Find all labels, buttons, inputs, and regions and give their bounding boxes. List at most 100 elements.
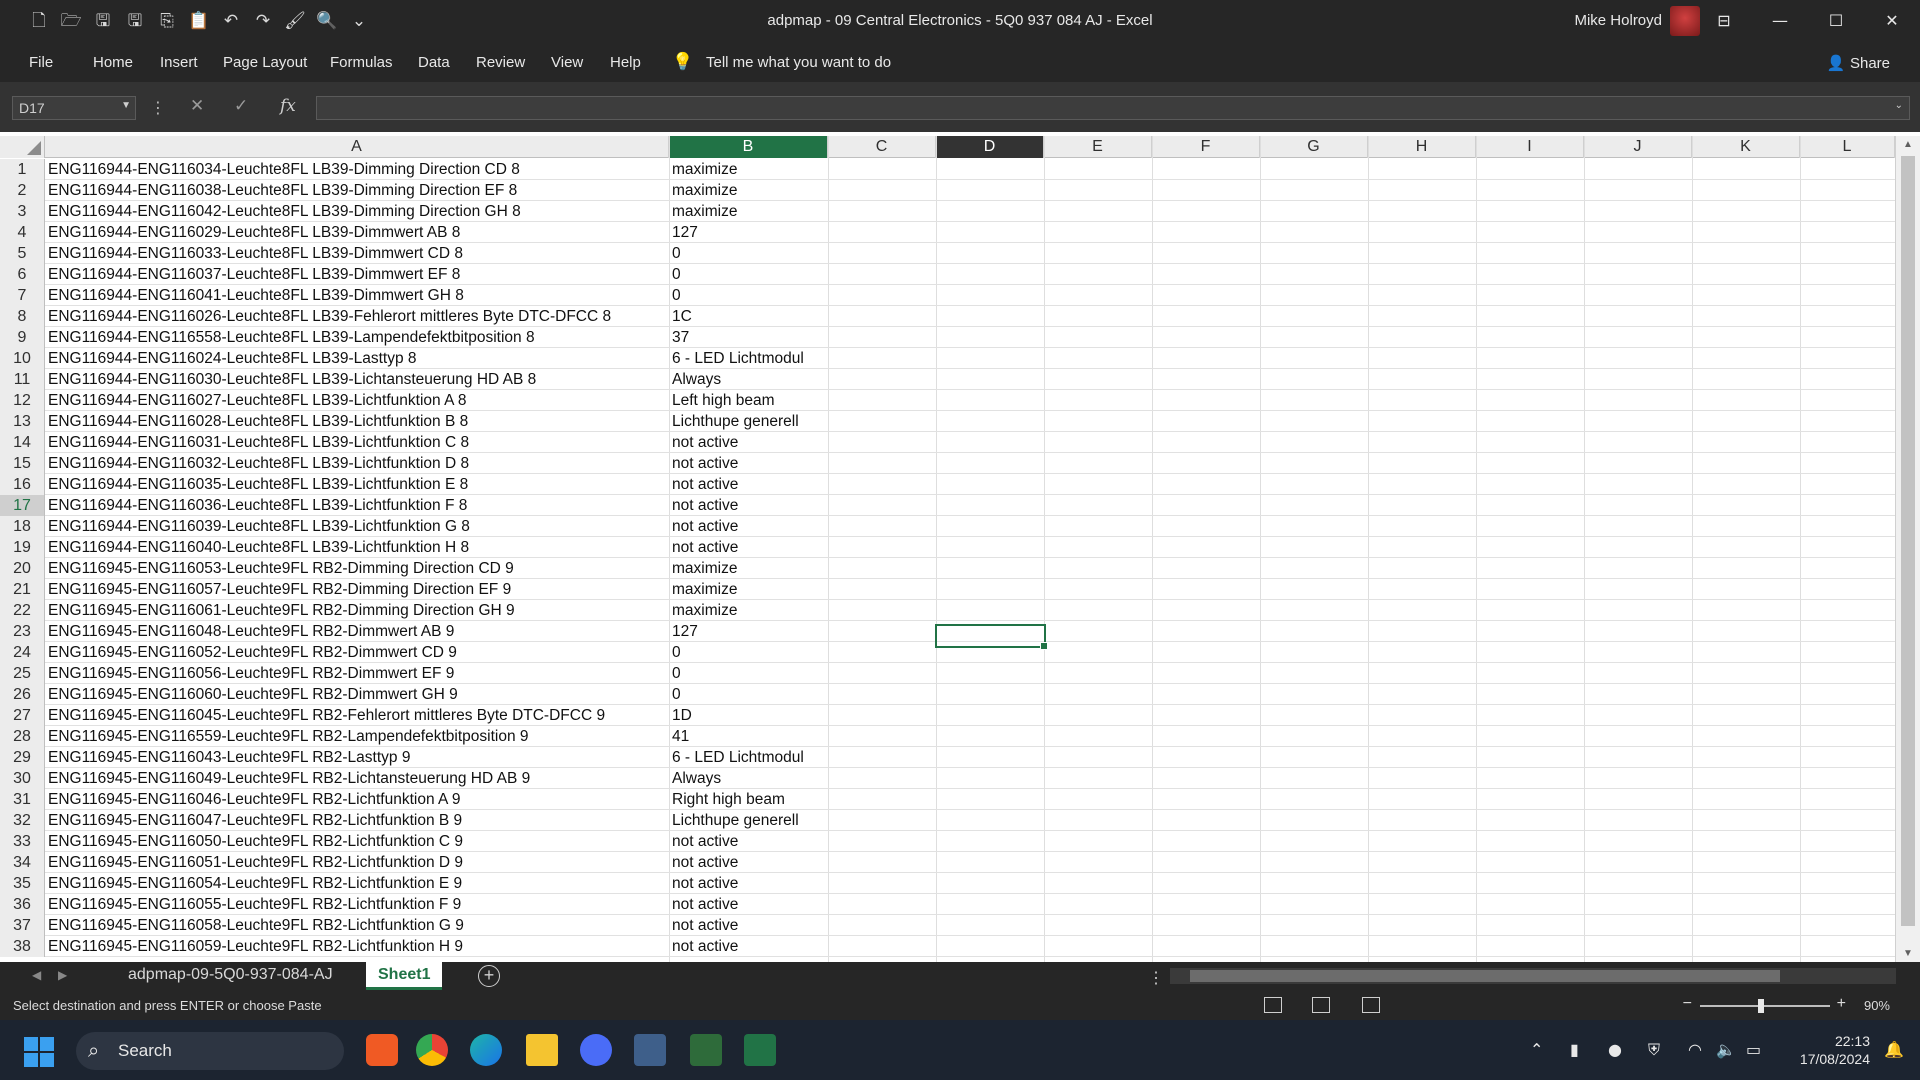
zoom-slider-knob[interactable] <box>1758 999 1764 1013</box>
page-break-view-icon[interactable] <box>1362 997 1380 1013</box>
cell-a[interactable]: ENG116944-ENG116031-Leuchte8FL LB39-Lich… <box>45 432 669 453</box>
row-header[interactable]: 29 <box>0 747 45 768</box>
cell-a[interactable]: ENG116945-ENG116047-Leuchte9FL RB2-Licht… <box>45 810 669 831</box>
normal-view-icon[interactable] <box>1264 997 1282 1013</box>
usb-icon[interactable]: ▮ <box>1570 1040 1579 1059</box>
cell-b[interactable]: Always <box>669 768 828 789</box>
chevron-up-icon[interactable]: ⌃ <box>1530 1040 1543 1059</box>
column-header-j[interactable]: J <box>1584 136 1692 158</box>
row-header[interactable]: 37 <box>0 915 45 936</box>
column-header-e[interactable]: E <box>1044 136 1152 158</box>
cell-b[interactable]: maximize <box>669 600 828 621</box>
next-sheet-icon[interactable]: ▶ <box>58 968 67 982</box>
row-header[interactable]: 32 <box>0 810 45 831</box>
insert-function-icon[interactable]: fx <box>280 96 296 116</box>
scroll-thumb[interactable] <box>1901 156 1915 926</box>
chrome-icon[interactable] <box>416 1034 448 1066</box>
row-header[interactable]: 4 <box>0 222 45 243</box>
cell-a[interactable]: ENG116945-ENG116051-Leuchte9FL RB2-Licht… <box>45 852 669 873</box>
tab-review[interactable]: Review <box>476 54 525 71</box>
cell-b[interactable]: not active <box>669 495 828 516</box>
row-header[interactable]: 30 <box>0 768 45 789</box>
tab-home[interactable]: Home <box>93 54 133 71</box>
print-preview-icon[interactable]: 🔍 <box>316 10 338 32</box>
row-header[interactable]: 8 <box>0 306 45 327</box>
cell-b[interactable]: 0 <box>669 684 828 705</box>
copy-icon[interactable]: ⎘ <box>156 10 178 32</box>
row-header[interactable]: 5 <box>0 243 45 264</box>
cell-b[interactable]: not active <box>669 831 828 852</box>
cell-b[interactable]: Lichthupe generell <box>669 810 828 831</box>
page-layout-view-icon[interactable] <box>1312 997 1330 1013</box>
cell-a[interactable]: ENG116945-ENG116048-Leuchte9FL RB2-Dimmw… <box>45 621 669 642</box>
cell-b[interactable]: Right high beam <box>669 789 828 810</box>
cell-b[interactable]: 0 <box>669 642 828 663</box>
cell-b[interactable]: not active <box>669 873 828 894</box>
cell-a[interactable]: ENG116945-ENG116043-Leuchte9FL RB2-Lastt… <box>45 747 669 768</box>
cell-b[interactable]: 6 - LED Lichtmodul <box>669 747 828 768</box>
cell-a[interactable]: ENG116944-ENG116030-Leuchte8FL LB39-Lich… <box>45 369 669 390</box>
row-header[interactable]: 2 <box>0 180 45 201</box>
cell-b[interactable]: not active <box>669 852 828 873</box>
file-explorer-icon[interactable] <box>526 1034 558 1066</box>
row-header[interactable]: 3 <box>0 201 45 222</box>
cell-b[interactable]: 127 <box>669 222 828 243</box>
row-header[interactable]: 13 <box>0 411 45 432</box>
tab-data[interactable]: Data <box>418 54 450 71</box>
split-handle-icon[interactable]: ⋮ <box>1148 968 1164 988</box>
cell-b[interactable]: 41 <box>669 726 828 747</box>
tab-formulas[interactable]: Formulas <box>330 54 393 71</box>
cell-a[interactable]: ENG116944-ENG116037-Leuchte8FL LB39-Dimm… <box>45 264 669 285</box>
cell-a[interactable]: ENG116944-ENG116028-Leuchte8FL LB39-Lich… <box>45 411 669 432</box>
row-header[interactable]: 11 <box>0 369 45 390</box>
zoom-level[interactable]: 90% <box>1864 998 1890 1013</box>
cell-a[interactable]: ENG116945-ENG116058-Leuchte9FL RB2-Licht… <box>45 915 669 936</box>
column-header-l[interactable]: L <box>1800 136 1895 158</box>
cell-b[interactable]: 6 - LED Lichtmodul <box>669 348 828 369</box>
row-header[interactable]: 36 <box>0 894 45 915</box>
cell-a[interactable]: ENG116944-ENG116042-Leuchte8FL LB39-Dimm… <box>45 201 669 222</box>
cell-b[interactable]: maximize <box>669 180 828 201</box>
cell-b[interactable]: 0 <box>669 243 828 264</box>
cell-a[interactable]: ENG116945-ENG116045-Leuchte9FL RB2-Fehle… <box>45 705 669 726</box>
zoom-slider[interactable] <box>1700 999 1830 1013</box>
zoom-out-icon[interactable]: − <box>1683 995 1692 1013</box>
row-header[interactable]: 34 <box>0 852 45 873</box>
expand-formula-icon[interactable]: ⌄ <box>1895 100 1903 111</box>
formula-input[interactable]: ⌄ <box>316 96 1910 120</box>
cell-b[interactable]: 37 <box>669 327 828 348</box>
row-header[interactable]: 12 <box>0 390 45 411</box>
cell-a[interactable]: ENG116945-ENG116559-Leuchte9FL RB2-Lampe… <box>45 726 669 747</box>
cell-b[interactable]: maximize <box>669 159 828 180</box>
user-name[interactable]: Mike Holroyd <box>1574 12 1662 29</box>
cell-b[interactable]: not active <box>669 537 828 558</box>
more-options-icon[interactable]: ⋮ <box>150 98 166 117</box>
name-box[interactable]: D17 ▼ <box>12 96 136 120</box>
minimize-icon[interactable]: — <box>1752 0 1808 42</box>
cell-b[interactable]: not active <box>669 915 828 936</box>
cell-a[interactable]: ENG116945-ENG116049-Leuchte9FL RB2-Licht… <box>45 768 669 789</box>
enter-icon[interactable]: ✓ <box>234 96 248 116</box>
row-header[interactable]: 27 <box>0 705 45 726</box>
brave-browser-icon[interactable] <box>366 1034 398 1066</box>
sheet-tab-sheet1[interactable]: Sheet1 <box>366 962 443 990</box>
row-header[interactable]: 15 <box>0 453 45 474</box>
signal-icon[interactable] <box>580 1034 612 1066</box>
volume-icon[interactable]: 🔈 <box>1716 1040 1736 1059</box>
cell-b[interactable]: 1C <box>669 306 828 327</box>
cell-a[interactable]: ENG116945-ENG116052-Leuchte9FL RB2-Dimmw… <box>45 642 669 663</box>
column-header-a[interactable]: A <box>45 136 669 158</box>
row-header[interactable]: 26 <box>0 684 45 705</box>
cell-b[interactable]: Always <box>669 369 828 390</box>
cell-a[interactable]: ENG116944-ENG116041-Leuchte8FL LB39-Dimm… <box>45 285 669 306</box>
cell-a[interactable]: ENG116945-ENG116054-Leuchte9FL RB2-Licht… <box>45 873 669 894</box>
cell-b[interactable]: 0 <box>669 663 828 684</box>
horizontal-scrollbar[interactable] <box>1170 968 1896 984</box>
cell-a[interactable]: ENG116944-ENG116027-Leuchte8FL LB39-Lich… <box>45 390 669 411</box>
excel-taskbar-icon[interactable] <box>744 1034 776 1066</box>
tab-view[interactable]: View <box>551 54 583 71</box>
cell-b[interactable]: maximize <box>669 201 828 222</box>
column-header-k[interactable]: K <box>1692 136 1800 158</box>
cell-a[interactable]: ENG116944-ENG116558-Leuchte8FL LB39-Lamp… <box>45 327 669 348</box>
cell-a[interactable]: ENG116944-ENG116032-Leuchte8FL LB39-Lich… <box>45 453 669 474</box>
